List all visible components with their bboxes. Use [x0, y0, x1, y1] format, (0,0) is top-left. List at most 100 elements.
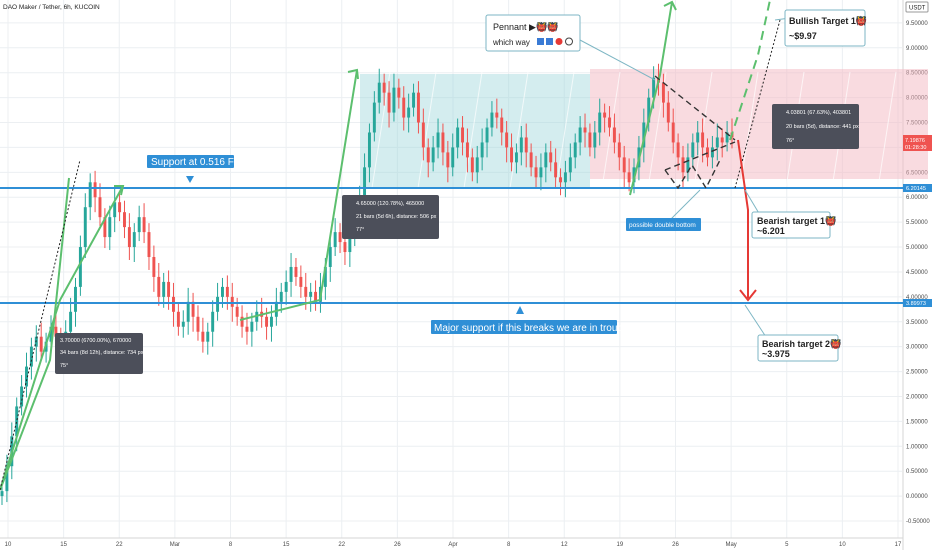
bearish-target1-callout[interactable]: Bearish target 1👹 ~6.201 — [751, 211, 836, 239]
candle-body — [230, 296, 234, 307]
candle-body — [583, 127, 587, 133]
candle-body — [534, 167, 538, 178]
measure-box-2[interactable]: 4.65000 (120.78%), 465000 21 bars (5d 6h… — [342, 195, 439, 239]
upper-level-value: 6.20145 — [906, 186, 926, 192]
bullish-target-callout[interactable]: Bullish Target 1👹 ~$9.97 — [784, 9, 867, 47]
candle-body — [157, 276, 161, 297]
measure1-bars: 34 bars (8d 12h), distance: 734 px — [60, 350, 144, 356]
y-tick-label: -0.50000 — [906, 519, 930, 525]
y-tick-label: 4.50000 — [906, 270, 928, 276]
x-tick-label: 26 — [394, 542, 401, 548]
x-tick-label: 22 — [116, 542, 123, 548]
candle-body — [426, 147, 430, 163]
candle-body — [294, 266, 298, 277]
currency-badge[interactable]: USDT — [905, 1, 929, 13]
candle-body — [622, 157, 626, 173]
candle-body — [568, 157, 572, 173]
candle-body — [588, 132, 592, 148]
x-tick-label: May — [725, 542, 736, 548]
y-tick-label: 2.50000 — [906, 370, 928, 376]
pennant-callout[interactable]: Pennant ▶👹👹 which way — [485, 14, 581, 52]
countdown-value: 01:28:30 — [905, 145, 926, 151]
y-tick-label: 5.00000 — [906, 245, 928, 251]
y-tick-label: 3.00000 — [906, 345, 928, 351]
candle-body — [304, 286, 308, 297]
candle-body — [98, 197, 102, 218]
candle-body — [167, 281, 171, 297]
y-tick-label: 0.50000 — [906, 469, 928, 475]
candle-body — [661, 82, 665, 103]
candle-body — [421, 122, 425, 148]
candle-body — [671, 122, 675, 143]
candle-body — [132, 232, 136, 248]
candle-body — [250, 321, 254, 332]
x-tick-label: 22 — [338, 542, 345, 548]
candle-body — [603, 112, 607, 118]
candle-body — [416, 92, 420, 123]
chart-container[interactable]: -0.50000 0.00000 0.50000 1.00000 1.50000 2.00… — [0, 0, 932, 550]
measure-box-1[interactable]: 3.70000 (6700.00%), 670000 34 bars (8d 1… — [55, 333, 144, 374]
lower-level-value: 3.89973 — [906, 301, 926, 307]
candle-body — [701, 132, 705, 148]
down-marker — [186, 176, 194, 183]
candle-body — [573, 142, 577, 158]
x-tick-label: 8 — [507, 542, 511, 548]
candle-body — [225, 286, 229, 297]
candle-body — [123, 212, 126, 228]
candle-body — [221, 286, 224, 297]
bearish-target2-callout[interactable]: Bearish target 2👹 ~3.975 — [757, 334, 841, 362]
current-price-value: 7.19876 — [905, 138, 925, 144]
support-fib-text: Support at 0.516 Fib — [151, 157, 242, 168]
candle-body — [578, 127, 582, 143]
y-tick-label: 3.50000 — [906, 320, 928, 326]
candle-body — [446, 152, 450, 168]
major-support-label[interactable]: Major support if this breaks we are in t… — [431, 320, 631, 334]
measure-box-3[interactable]: 4.03801 (67.63%), 403801 20 bars (5d), d… — [772, 104, 859, 149]
measure3-bars: 20 bars (5d), distance: 441 px — [786, 124, 859, 130]
bullish-target-title: Bullish Target 1👹 — [789, 15, 867, 26]
support-fib-label[interactable]: Support at 0.516 Fib — [147, 155, 242, 168]
candle-body — [172, 296, 175, 312]
candle-body — [495, 112, 499, 118]
double-bottom-label[interactable]: possible double bottom — [626, 218, 701, 231]
candle-body — [514, 152, 518, 163]
candle-body — [436, 132, 440, 148]
candle-body — [274, 301, 278, 317]
candle-body — [529, 152, 533, 168]
candle-body — [137, 217, 141, 233]
candle-body — [407, 107, 411, 118]
candle-body — [710, 147, 714, 158]
candle-body — [524, 137, 528, 153]
upper-level-tag: 6.20145 — [903, 184, 932, 192]
lower-level-tag: 3.89973 — [903, 299, 932, 307]
candle-body — [676, 142, 680, 158]
measure3-price: 4.03801 (67.63%), 403801 — [786, 110, 851, 116]
candle-body — [465, 142, 469, 158]
consolidation-zone-pink — [590, 69, 928, 179]
x-tick-label: 5 — [785, 542, 789, 548]
candle-body — [475, 157, 479, 173]
candle-body — [402, 97, 406, 118]
candle-body — [265, 316, 269, 327]
measure1-price: 3.70000 (6700.00%), 670000 — [60, 338, 131, 344]
candle-body — [118, 202, 122, 213]
candle-body — [387, 92, 391, 113]
candle-body — [549, 152, 553, 163]
candle-body — [147, 232, 151, 258]
candle-body — [666, 102, 670, 123]
y-tick-label: 9.00000 — [906, 46, 928, 52]
candle-body — [201, 331, 205, 342]
candle-body — [456, 127, 460, 148]
candle-body — [284, 281, 288, 292]
x-tick-label: 19 — [617, 542, 624, 548]
price-chart[interactable]: -0.50000 0.00000 0.50000 1.00000 1.50000 2.00… — [0, 0, 932, 550]
candle-body — [309, 291, 313, 297]
candle-body — [211, 311, 215, 332]
measure2-bars: 21 bars (5d 6h), distance: 506 px — [356, 214, 437, 220]
candle-body — [539, 167, 543, 178]
bearish-target2-value: ~3.975 — [762, 349, 790, 359]
candle-body — [328, 247, 332, 267]
candle-body — [235, 306, 239, 317]
candle-body — [500, 117, 504, 133]
candle-body — [470, 157, 474, 173]
